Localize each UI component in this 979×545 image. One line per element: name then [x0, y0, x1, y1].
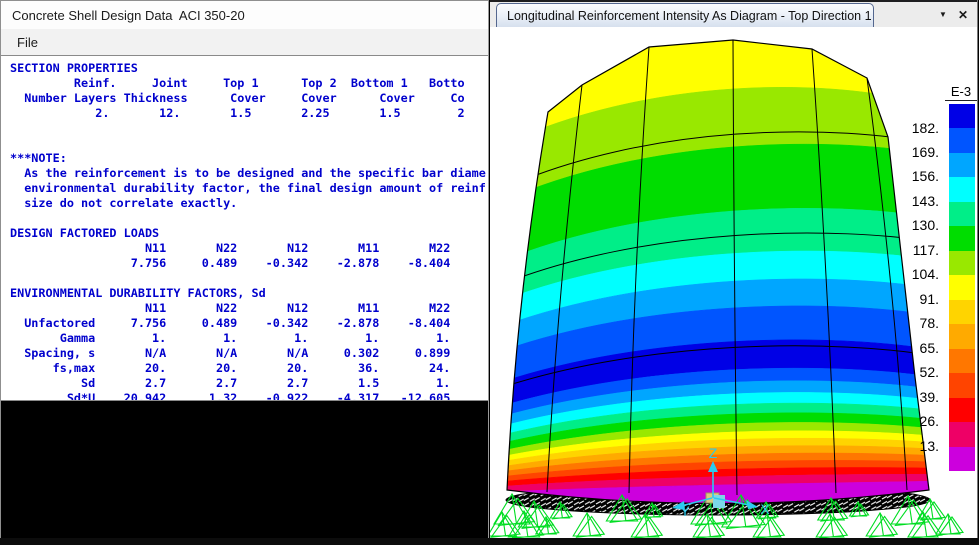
app-window: Concrete Shell Design Data ACI 350-20 Fi…	[0, 0, 979, 545]
menubar: File	[1, 29, 488, 55]
tab-label: Longitudinal Reinforcement Intensity As …	[507, 9, 874, 23]
x-axis-label: X	[760, 501, 770, 517]
close-icon: ✕	[958, 8, 968, 22]
design-report-panel: SECTION PROPERTIES Reinf. Joint Top 1 To…	[1, 55, 488, 401]
diagram-window: Longitudinal Reinforcement Intensity As …	[490, 0, 978, 538]
tab-close-button[interactable]: ✕	[954, 7, 972, 23]
tab-reinforcement-diagram[interactable]: Longitudinal Reinforcement Intensity As …	[496, 3, 874, 27]
z-axis-label: Z	[709, 445, 718, 461]
design-data-window: Concrete Shell Design Data ACI 350-20 Fi…	[0, 0, 489, 545]
window-title: Concrete Shell Design Data ACI 350-20	[12, 8, 245, 23]
workspace-background	[1, 402, 488, 544]
tab-list-button[interactable]: ▼	[935, 9, 951, 21]
model-3d-view: Z X Y	[490, 27, 978, 538]
menu-item-file[interactable]: File	[8, 32, 47, 53]
diagram-tabbar: Longitudinal Reinforcement Intensity As …	[490, 2, 977, 27]
report-text: SECTION PROPERTIES Reinf. Joint Top 1 To…	[1, 56, 488, 401]
tab-controls: ▼ ✕	[935, 2, 977, 27]
y-axis-label: Y	[680, 503, 690, 519]
status-strip	[0, 538, 979, 545]
shell-contour-surface	[500, 30, 941, 518]
caret-down-icon: ▼	[939, 10, 947, 19]
model-canvas[interactable]: ZXY E-3 182.169.156.143.130.117.104.91.7…	[490, 27, 977, 538]
window-titlebar: Concrete Shell Design Data ACI 350-20	[1, 1, 488, 29]
